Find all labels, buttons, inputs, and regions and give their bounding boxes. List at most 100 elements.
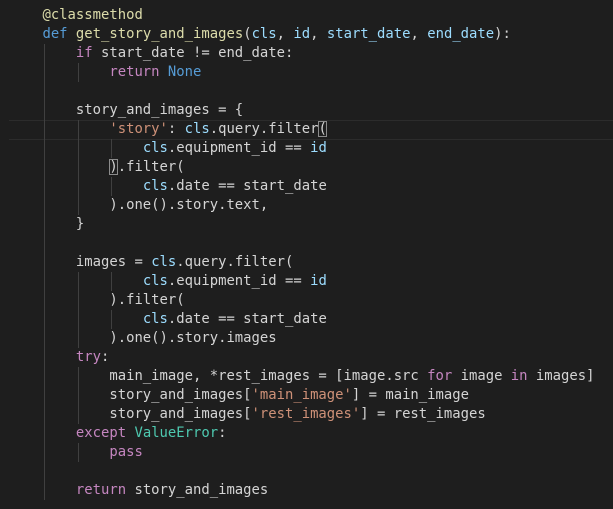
code-token: ).one().story.images [109, 330, 277, 346]
code-token: 'main_image' [251, 387, 352, 403]
code-token: , [410, 26, 428, 42]
code-token: id [293, 26, 311, 42]
code-token: , [310, 26, 327, 42]
code-line[interactable]: return None [9, 63, 201, 82]
code-line[interactable]: story_and_images['rest_images'] = rest_i… [9, 405, 486, 424]
code-token: story_and_images [126, 482, 269, 498]
code-token: for [427, 368, 453, 384]
code-editor[interactable]: @classmethod def get_story_and_images(cl… [0, 0, 613, 509]
code-token: end_date [427, 26, 495, 42]
code-line[interactable]: main_image, *rest_images = [image.src fo… [9, 367, 594, 386]
code-line[interactable]: ).one().story.images [9, 329, 277, 348]
code-token: return [109, 64, 160, 80]
code-token: cls [184, 121, 210, 137]
code-line[interactable]: pass [9, 443, 143, 462]
code-token: .query.filter [209, 121, 319, 137]
code-token: ).filter( [109, 292, 185, 308]
code-token: None [167, 64, 202, 80]
code-line[interactable]: try: [9, 348, 109, 367]
code-token: images = [75, 254, 152, 270]
code-line[interactable]: ).filter( [9, 291, 185, 310]
code-line[interactable]: except ValueError: [9, 424, 227, 443]
code-line[interactable]: if start_date != end_date: [9, 44, 293, 63]
code-token: cls [142, 311, 168, 327]
code-token: pass [109, 444, 143, 460]
code-line[interactable]: story_and_images['main_image'] = main_im… [9, 386, 469, 405]
code-token: id [310, 140, 327, 156]
code-token: ValueError [134, 425, 219, 441]
code-token: cls [251, 26, 277, 42]
code-token: start_date != end_date: [92, 45, 294, 61]
code-line[interactable]: return story_and_images [9, 481, 268, 500]
code-token: cls [151, 254, 177, 270]
code-token: .equipment_id == [167, 273, 311, 289]
code-token: main_image, *rest_images = [image.src [109, 368, 428, 384]
code-line[interactable]: images = cls.query.filter( [9, 253, 293, 272]
code-token: .equipment_id == [167, 140, 311, 156]
matched-bracket: ) [109, 159, 118, 175]
code-token: ] = rest_images [360, 406, 486, 422]
code-token: } [75, 216, 85, 232]
code-token: story_and_images[ [109, 406, 252, 422]
code-token: start_date [326, 26, 411, 42]
code-token: 'rest_images' [251, 406, 361, 422]
code-token: story_and_images = { [75, 102, 244, 118]
code-token: images] [527, 368, 595, 384]
code-token: in [510, 368, 528, 384]
code-token: return [75, 482, 127, 498]
code-line[interactable]: cls.date == start_date [9, 310, 327, 329]
code-token: ).one().story.text, [109, 197, 269, 213]
code-token: .query.filter( [176, 254, 294, 270]
code-token: , [276, 26, 294, 42]
code-line[interactable]: cls.equipment_id == id [9, 272, 327, 291]
code-token: get_story_and_images [75, 26, 244, 42]
code-token: ( [243, 26, 252, 42]
code-token: cls [142, 140, 168, 156]
code-line[interactable]: ).one().story.text, [9, 196, 268, 215]
code-token: : [218, 425, 227, 441]
code-token: try [75, 349, 101, 365]
matched-bracket: ( [318, 121, 327, 137]
code-line[interactable]: story_and_images = { [9, 101, 243, 120]
code-token: @classmethod [42, 7, 143, 23]
code-token: except [75, 425, 127, 441]
code-token: : [101, 349, 110, 365]
code-token: .date == start_date [167, 311, 327, 327]
code-token: story_and_images[ [109, 387, 252, 403]
code-line[interactable]: @classmethod [9, 6, 143, 25]
code-token: .filter( [117, 159, 185, 175]
code-line[interactable]: def get_story_and_images(cls, id, start_… [9, 25, 511, 44]
code-token: cls [142, 273, 168, 289]
code-line[interactable]: 'story': cls.query.filter( [9, 120, 327, 139]
code-token: ] = main_image [351, 387, 469, 403]
code-line[interactable]: } [9, 215, 84, 234]
code-line[interactable]: cls.date == start_date [9, 177, 327, 196]
code-token: .date == start_date [167, 178, 327, 194]
code-line[interactable]: ).filter( [9, 158, 185, 177]
code-line[interactable]: cls.equipment_id == id [9, 139, 327, 158]
code-token: ): [494, 26, 511, 42]
